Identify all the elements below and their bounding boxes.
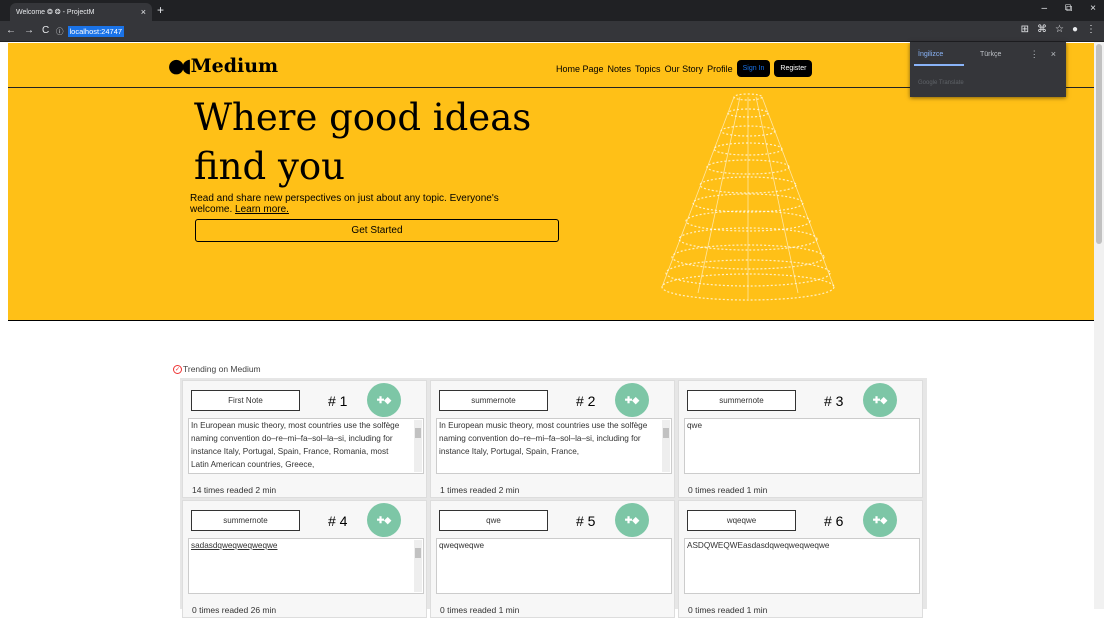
note-card[interactable]: wqeqwe # 6 ✚◆ ASDQWEQWEasdasdqweqweqweqw… [678,500,923,618]
card-rank: # 4 [328,513,348,529]
card-body: In European music theory, most countries… [436,418,672,474]
nav-notes[interactable]: Notes [608,64,632,74]
learn-more-link[interactable]: Learn more. [235,204,289,215]
card-title[interactable]: summernote [191,510,300,531]
url-field[interactable]: ⓘ localhost:24747 [56,24,125,39]
gamepad-avatar-icon: ✚◆ [615,503,649,537]
tab-title: Welcome ❂ ❂ - ProjectM [16,9,95,16]
nav-our-story[interactable]: Our Story [665,64,704,74]
card-body-text: In European music theory, most countries… [439,421,648,456]
lang-turkish-tab[interactable]: Türkçe [980,51,1001,58]
card-body-text: ASDQWEQWEasdasdqweqweqweqwe [687,541,830,550]
restore-icon[interactable]: ⧉ [1065,3,1072,14]
browser-menu-icon[interactable]: ⋮ [1086,24,1096,35]
card-rank: # 5 [576,513,596,529]
nav-topics[interactable]: Topics [635,64,661,74]
scrollbar-thumb[interactable] [1096,44,1102,244]
url-text[interactable]: localhost:24747 [67,26,125,37]
minimize-icon[interactable]: – [1041,3,1047,14]
medium-logo-icon: ●◖ [168,55,192,77]
card-body: In European music theory, most countries… [188,418,424,474]
card-rank: # 6 [824,513,844,529]
forward-icon[interactable]: → [24,25,34,36]
trending-grid: First Note # 1 ✚◆ In European music theo… [180,378,927,618]
card-body: ASDQWEQWEasdasdqweqweqweqwe [684,538,920,594]
nav-profile[interactable]: Profile [707,64,733,74]
note-card[interactable]: qwe # 5 ✚◆ qweqweqwe 0 times readed 1 mi… [430,500,675,618]
card-title[interactable]: summernote [687,390,796,411]
bookmark-star-icon[interactable]: ☆ [1055,24,1064,35]
window-controls: – ⧉ × [1041,3,1096,14]
note-card[interactable]: summernote # 2 ✚◆ In European music theo… [430,380,675,498]
card-footer: 0 times readed 1 min [440,605,520,615]
card-scrollbar[interactable] [662,420,670,472]
card-title[interactable]: wqeqwe [687,510,796,531]
hero-subtitle: Read and share new perspectives on just … [190,193,530,215]
register-button[interactable]: Register [774,60,813,77]
card-scrollbar[interactable] [414,420,422,472]
card-rank: # 2 [576,393,596,409]
extension-icon[interactable]: ⊞ [1021,24,1029,35]
address-bar-row: ← → C ⓘ localhost:24747 ⊞ ⌘ ☆ ● ⋮ [0,21,1104,42]
page-scrollbar[interactable] [1094,42,1104,609]
browser-tab[interactable]: Welcome ❂ ❂ - ProjectM × [10,3,152,21]
reload-icon[interactable]: C [42,25,49,36]
trending-heading: ✓ Trending on Medium [173,364,261,374]
card-title[interactable]: First Note [191,390,300,411]
note-card[interactable]: summernote # 4 ✚◆ sadasdqweqweqweqwe 0 t… [182,500,427,618]
card-rank: # 3 [824,393,844,409]
card-rank: # 1 [328,393,348,409]
cone-illustration [661,93,835,301]
active-tab-underline [914,64,964,66]
card-footer: 14 times readed 2 min [192,485,277,495]
card-body-text: sadasdqweqweqweqwe [191,541,278,550]
translate-footer: Google Translate [918,80,964,86]
translate-close-icon[interactable]: × [1051,49,1056,60]
card-footer: 0 times readed 26 min [192,605,277,615]
trending-icon: ✓ [173,364,182,374]
card-body-text: qweqweqwe [439,541,485,550]
card-body-text: qwe [687,421,703,430]
gamepad-avatar-icon: ✚◆ [367,383,401,417]
card-footer: 0 times readed 1 min [688,485,768,495]
translate-more-icon[interactable]: ⋮ [1030,49,1039,60]
card-scrollbar[interactable] [414,540,422,592]
sign-in-button[interactable]: Sign In [736,60,771,77]
hero-headline: Where good ideas find you [194,93,531,191]
translate-icon[interactable]: ⌘ [1037,24,1047,35]
card-footer: 1 times readed 2 min [440,485,520,495]
profile-icon[interactable]: ● [1072,24,1078,35]
headline-line-2: find you [194,145,345,188]
card-body: sadasdqweqweqweqwe [188,538,424,594]
nav-links: Home Page Notes Topics Our Story Profile… [556,60,813,77]
nav-home[interactable]: Home Page [556,64,604,74]
gamepad-avatar-icon: ✚◆ [367,503,401,537]
tab-bar: Welcome ❂ ❂ - ProjectM × + – ⧉ × [0,0,1104,21]
trending-label: Trending on Medium [183,364,261,374]
card-footer: 0 times readed 1 min [688,605,768,615]
note-card[interactable]: summernote # 3 ✚◆ qwe 0 times readed 1 m… [678,380,923,498]
card-body-text: In European music theory, most countries… [191,421,400,469]
gamepad-avatar-icon: ✚◆ [615,383,649,417]
card-title[interactable]: qwe [439,510,548,531]
translate-popup: İngilizce Türkçe ⋮ × Google Translate [910,42,1066,97]
card-body: qweqweqwe [436,538,672,594]
site-info-icon[interactable]: ⓘ [56,26,64,37]
card-title[interactable]: summernote [439,390,548,411]
lang-english-tab[interactable]: İngilizce [918,51,943,58]
brand-name: Medium [190,55,279,77]
headline-line-1: Where good ideas [194,96,532,139]
gamepad-avatar-icon: ✚◆ [863,503,897,537]
note-card[interactable]: First Note # 1 ✚◆ In European music theo… [182,380,427,498]
back-icon[interactable]: ← [6,25,16,36]
brand-logo[interactable]: ●◖ Medium [168,55,278,77]
tab-close-icon[interactable]: × [141,7,146,17]
window-close-icon[interactable]: × [1090,3,1096,14]
get-started-button[interactable]: Get Started [195,219,559,242]
gamepad-avatar-icon: ✚◆ [863,383,897,417]
card-body: qwe [684,418,920,474]
new-tab-button[interactable]: + [157,3,164,17]
